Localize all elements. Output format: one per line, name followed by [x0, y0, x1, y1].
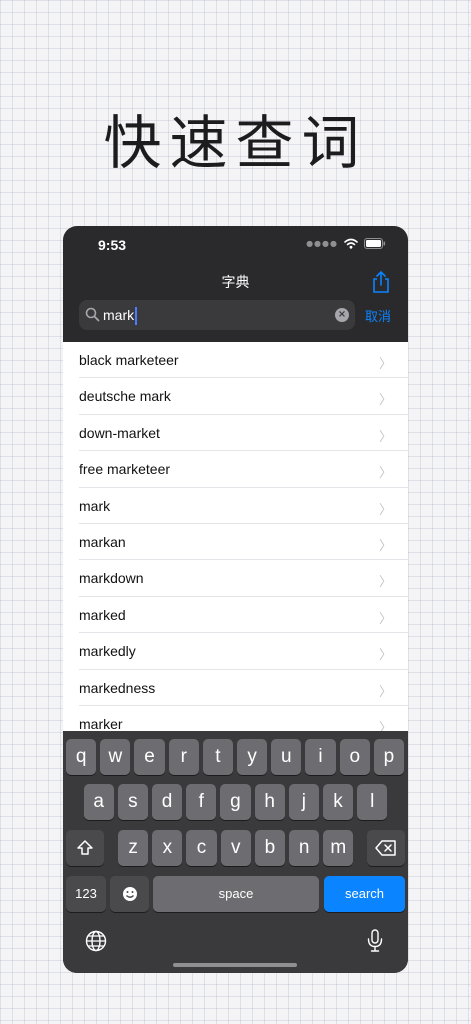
- results-list: black marketeer 〉 deutsche mark 〉 down-mar…: [63, 342, 408, 731]
- key-o[interactable]: o: [339, 739, 370, 775]
- microphone-icon[interactable]: [366, 929, 384, 953]
- key-v[interactable]: v: [220, 830, 251, 866]
- list-item[interactable]: marked 〉: [79, 597, 408, 634]
- signal-dots-icon: ●●●●: [306, 239, 338, 248]
- list-item[interactable]: deutsche mark 〉: [79, 378, 408, 415]
- keyboard: qwertyuiop asdfghjkl zxcvbnm 123 space s…: [63, 731, 408, 973]
- wifi-icon: [344, 238, 358, 249]
- backspace-key[interactable]: [367, 830, 405, 866]
- key-i[interactable]: i: [305, 739, 336, 775]
- key-l[interactable]: l: [357, 784, 388, 820]
- list-item[interactable]: down-market 〉: [79, 415, 408, 452]
- key-a[interactable]: a: [83, 784, 114, 820]
- key-y[interactable]: y: [237, 739, 268, 775]
- key-x[interactable]: x: [152, 830, 183, 866]
- emoji-key[interactable]: [110, 876, 149, 912]
- key-j[interactable]: j: [288, 784, 319, 820]
- globe-icon[interactable]: [85, 930, 107, 952]
- key-u[interactable]: u: [271, 739, 302, 775]
- list-item[interactable]: markedness 〉: [79, 670, 408, 706]
- chevron-right-icon: 〉: [378, 720, 392, 731]
- shift-icon: [77, 840, 93, 855]
- chevron-right-icon: 〉: [378, 648, 392, 664]
- list-item[interactable]: mark 〉: [79, 488, 408, 524]
- chevron-right-icon: 〉: [378, 538, 392, 554]
- key-r[interactable]: r: [168, 739, 199, 775]
- space-key[interactable]: space: [153, 876, 319, 912]
- backspace-icon: [375, 840, 396, 856]
- keyboard-row-4: 123 space search: [63, 876, 408, 912]
- key-m[interactable]: m: [323, 830, 354, 866]
- key-g[interactable]: g: [220, 784, 251, 820]
- key-n[interactable]: n: [289, 830, 320, 866]
- key-k[interactable]: k: [322, 784, 354, 820]
- headline: 快速查词: [103, 109, 368, 177]
- share-icon[interactable]: [370, 270, 392, 294]
- list-item[interactable]: markan 〉: [79, 524, 408, 561]
- key-f[interactable]: f: [186, 784, 217, 820]
- list-item[interactable]: marker 〉: [79, 706, 408, 731]
- list-item[interactable]: markdown 〉: [79, 560, 408, 597]
- status-bar: 9:53 ●●●●: [63, 226, 408, 266]
- key-p[interactable]: p: [373, 739, 405, 775]
- search-key[interactable]: search: [324, 876, 405, 912]
- key-e[interactable]: e: [134, 739, 165, 775]
- keyboard-row-1: qwertyuiop: [63, 739, 408, 775]
- chevron-right-icon: 〉: [378, 684, 392, 700]
- key-q[interactable]: q: [66, 739, 97, 775]
- chevron-right-icon: 〉: [378, 575, 392, 591]
- search-input[interactable]: mark: [103, 300, 323, 330]
- chevron-right-icon: 〉: [378, 466, 392, 482]
- search-icon: [85, 307, 100, 322]
- battery-icon: [364, 238, 386, 249]
- text-caret: [135, 307, 138, 326]
- list-item[interactable]: free marketeer 〉: [79, 451, 408, 488]
- nav-title: 字典: [221, 275, 250, 291]
- chevron-right-icon: 〉: [378, 357, 392, 372]
- key-d[interactable]: d: [151, 784, 183, 820]
- key-z[interactable]: z: [118, 830, 149, 866]
- key-t[interactable]: t: [202, 739, 234, 775]
- chevron-right-icon: 〉: [378, 429, 392, 445]
- shift-key[interactable]: [66, 830, 104, 866]
- emoji-icon: [122, 887, 137, 901]
- status-time: 9:53: [98, 237, 127, 253]
- clear-icon[interactable]: ×: [335, 308, 349, 322]
- key-c[interactable]: c: [186, 830, 217, 866]
- chevron-right-icon: 〉: [378, 393, 392, 409]
- chevron-right-icon: 〉: [378, 611, 392, 627]
- key-w[interactable]: w: [100, 739, 131, 775]
- list-item[interactable]: black marketeer 〉: [79, 342, 408, 379]
- key-h[interactable]: h: [254, 784, 285, 820]
- numbers-key[interactable]: 123: [66, 876, 106, 912]
- key-s[interactable]: s: [117, 784, 148, 820]
- keyboard-row-3: zxcvbnm: [63, 830, 408, 866]
- list-item[interactable]: markedly 〉: [79, 633, 408, 670]
- chevron-right-icon: 〉: [378, 502, 392, 518]
- home-indicator: [173, 963, 297, 967]
- phone-screen: 9:53 ●●●● 字典 mark × 取消 black marketeer 〉…: [63, 226, 408, 973]
- search-bar[interactable]: mark ×: [79, 300, 355, 330]
- key-b[interactable]: b: [254, 830, 286, 866]
- cancel-button[interactable]: 取消: [365, 306, 391, 325]
- keyboard-row-2: asdfghjkl: [63, 784, 408, 820]
